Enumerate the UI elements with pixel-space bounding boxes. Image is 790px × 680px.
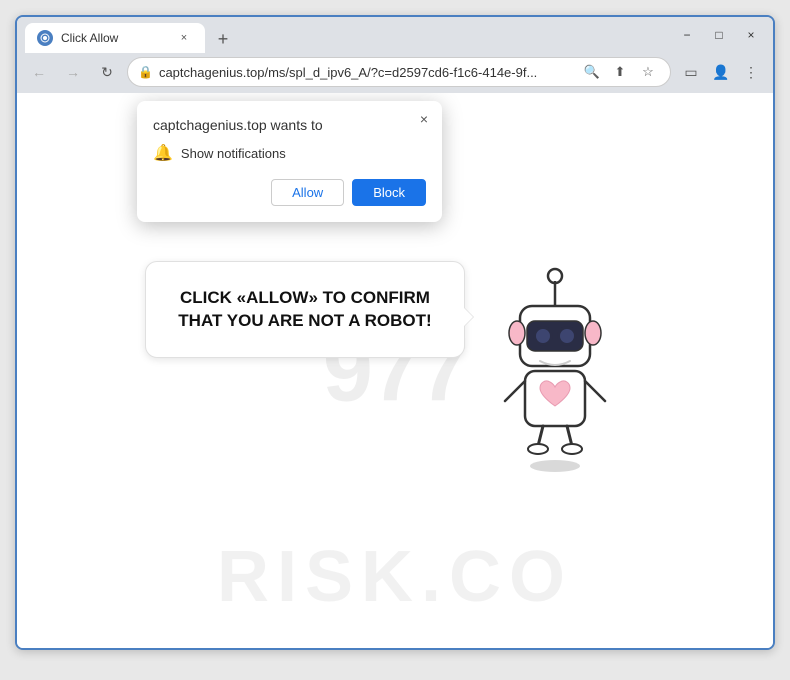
robot-image — [465, 261, 645, 481]
popup-close-button[interactable]: × — [414, 109, 434, 129]
search-icon[interactable]: 🔍 — [580, 60, 604, 84]
browser-tab[interactable]: Click Allow × — [25, 23, 205, 53]
popup-buttons: Allow Block — [153, 179, 426, 206]
url-bar[interactable]: 🔒 captchagenius.top/ms/spl_d_ipv6_A/?c=d… — [127, 57, 671, 87]
menu-icon[interactable]: ⋮ — [737, 58, 765, 86]
allow-button[interactable]: Allow — [271, 179, 344, 206]
toolbar-actions: ▭ 👤 ⋮ — [677, 58, 765, 86]
url-actions: 🔍 ⬆ ☆ — [580, 60, 660, 84]
tab-area: Click Allow × + — [25, 17, 665, 53]
new-tab-button[interactable]: + — [209, 25, 237, 53]
url-text: captchagenius.top/ms/spl_d_ipv6_A/?c=d25… — [159, 65, 574, 80]
share-icon[interactable]: ⬆ — [608, 60, 632, 84]
profile-icon[interactable]: 👤 — [707, 58, 735, 86]
bell-icon: 🔔 — [153, 143, 173, 163]
notification-popup: × captchagenius.top wants to 🔔 Show noti… — [137, 101, 442, 222]
captcha-text: CLICK «ALLOW» TO CONFIRM THAT YOU ARE NO… — [174, 286, 436, 334]
bookmark-icon[interactable]: ☆ — [636, 60, 660, 84]
window-controls: − □ × — [673, 21, 765, 49]
lock-icon: 🔒 — [138, 65, 153, 79]
sidebar-icon[interactable]: ▭ — [677, 58, 705, 86]
title-bar: Click Allow × + − □ × — [17, 17, 773, 53]
close-window-button[interactable]: × — [737, 21, 765, 49]
back-button[interactable]: ← — [25, 58, 53, 86]
reload-button[interactable]: ↻ — [93, 58, 121, 86]
page-content: 977 RISK.CO × captchagenius.top wants to… — [17, 93, 773, 648]
tab-title: Click Allow — [61, 31, 167, 45]
popup-title: captchagenius.top wants to — [153, 117, 426, 133]
forward-button[interactable]: → — [59, 58, 87, 86]
tab-close-button[interactable]: × — [175, 29, 193, 47]
notification-text: Show notifications — [181, 146, 286, 161]
popup-notification-row: 🔔 Show notifications — [153, 143, 426, 163]
tab-favicon — [37, 30, 53, 46]
browser-window: Click Allow × + − □ × ← → ↻ 🔒 captchagen… — [15, 15, 775, 650]
captcha-container: CLICK «ALLOW» TO CONFIRM THAT YOU ARE NO… — [145, 261, 645, 481]
maximize-button[interactable]: □ — [705, 21, 733, 49]
block-button[interactable]: Block — [352, 179, 426, 206]
speech-bubble: CLICK «ALLOW» TO CONFIRM THAT YOU ARE NO… — [145, 261, 465, 359]
address-bar: ← → ↻ 🔒 captchagenius.top/ms/spl_d_ipv6_… — [17, 53, 773, 93]
minimize-button[interactable]: − — [673, 21, 701, 49]
